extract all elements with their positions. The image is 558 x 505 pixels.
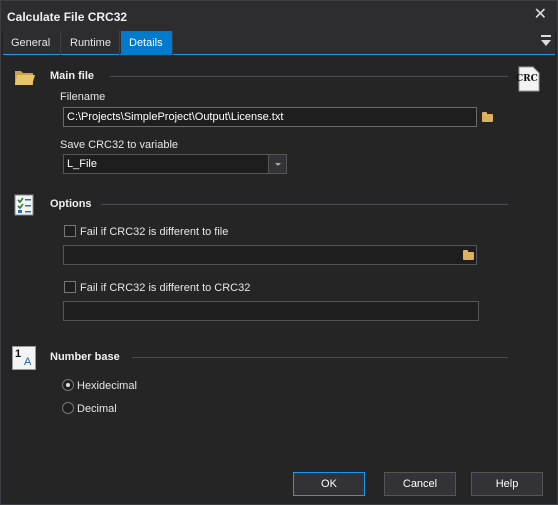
options-title: Options (50, 198, 92, 210)
number-base-icon-one: 1 (15, 348, 22, 360)
decimal-label[interactable]: Decimal (77, 403, 117, 415)
close-icon[interactable]: ✕ (534, 7, 547, 23)
help-button[interactable]: Help (471, 472, 543, 496)
filename-input[interactable]: C:\Projects\SimpleProject\Output\License… (63, 107, 477, 127)
number-base-icon-a: A (24, 356, 32, 368)
checklist-icon (14, 194, 34, 216)
fail-file-label[interactable]: Fail if CRC32 is different to file (80, 226, 228, 238)
main-file-divider (110, 76, 508, 77)
cancel-button[interactable]: Cancel (384, 472, 456, 496)
options-divider (101, 204, 508, 205)
folder-icon (15, 71, 35, 85)
fail-file-browse-icon[interactable] (460, 247, 476, 263)
number-base-title: Number base (50, 351, 120, 363)
tab-strip: General Runtime Details (3, 31, 555, 55)
main-file-title: Main file (50, 70, 95, 82)
ok-button[interactable]: OK (293, 472, 365, 496)
fail-crc-input[interactable] (63, 301, 479, 321)
save-variable-select[interactable]: L_File (63, 154, 287, 174)
dialog-window: Calculate File CRC32 ✕ General Runtime D… (0, 0, 558, 505)
tab-runtime[interactable]: Runtime (62, 31, 120, 55)
crc-badge-text: CRC (516, 74, 538, 84)
hexidecimal-label[interactable]: Hexidecimal (77, 380, 137, 392)
chevron-down-icon[interactable] (268, 155, 286, 173)
fail-file-input[interactable] (63, 245, 477, 265)
title-bar: Calculate File CRC32 ✕ (1, 1, 557, 31)
tab-general[interactable]: General (3, 31, 61, 55)
number-base-divider (132, 357, 508, 358)
radio-hexidecimal[interactable] (62, 379, 74, 391)
tab-menu-icon[interactable] (541, 35, 551, 49)
save-variable-label: Save CRC32 to variable (60, 139, 179, 151)
number-base-icon: 1 A (12, 346, 36, 370)
filename-label: Filename (60, 91, 106, 103)
save-variable-value: L_File (67, 158, 97, 170)
fail-file-checkbox[interactable] (64, 225, 76, 237)
tab-details[interactable]: Details (121, 31, 173, 55)
radio-decimal[interactable] (62, 402, 74, 414)
browse-folder-icon[interactable] (479, 109, 495, 125)
fail-crc-checkbox[interactable] (64, 281, 76, 293)
window-title: Calculate File CRC32 (7, 10, 128, 24)
fail-crc-label[interactable]: Fail if CRC32 is different to CRC32 (80, 282, 250, 294)
